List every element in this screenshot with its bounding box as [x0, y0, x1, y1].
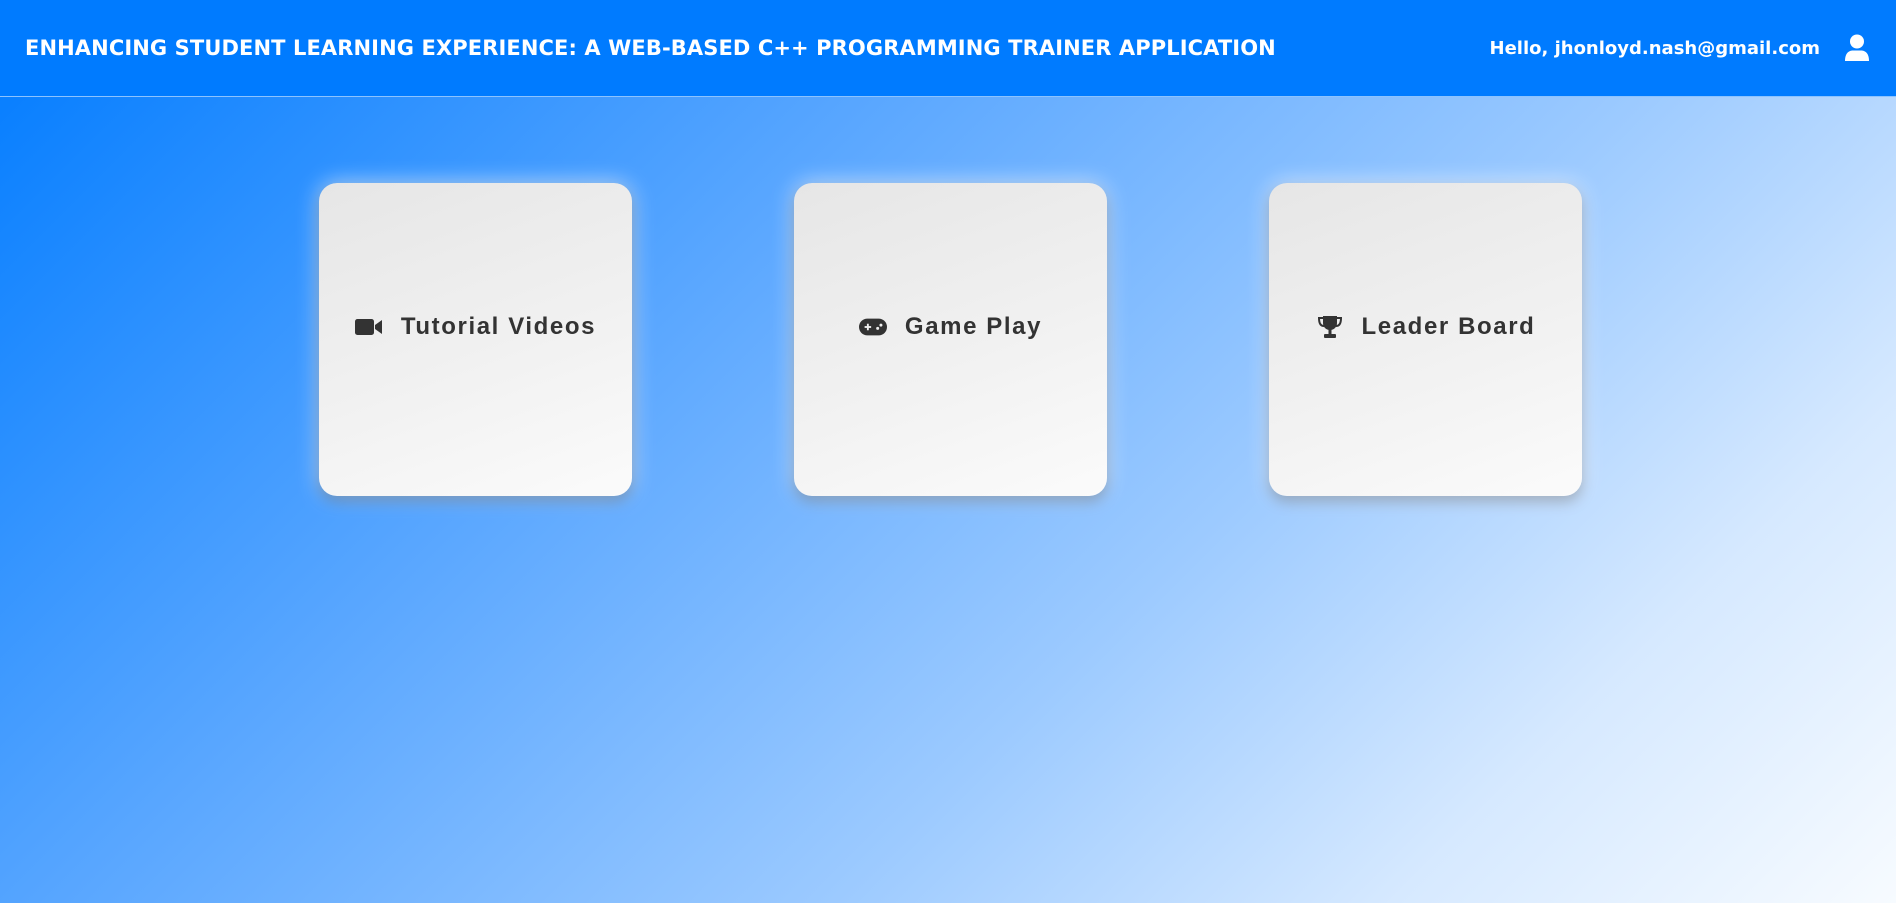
- card-content: Game Play: [858, 313, 1043, 341]
- video-camera-icon: [354, 315, 383, 339]
- trophy-icon: [1316, 315, 1344, 339]
- top-navbar: ENHANCING STUDENT LEARNING EXPERIENCE: A…: [0, 0, 1896, 97]
- menu-cards: Tutorial Videos Game Play Leader Board: [319, 183, 1582, 496]
- game-play-card[interactable]: Game Play: [794, 183, 1107, 496]
- user-area: Hello, jhonloyd.nash@gmail.com: [1490, 34, 1871, 62]
- leader-board-label: Leader Board: [1361, 313, 1536, 340]
- gamepad-icon: [858, 315, 887, 339]
- tutorial-videos-card[interactable]: Tutorial Videos: [319, 183, 632, 496]
- card-content: Leader Board: [1316, 313, 1536, 341]
- user-icon[interactable]: [1844, 34, 1870, 62]
- user-greeting: Hello, jhonloyd.nash@gmail.com: [1489, 37, 1821, 59]
- tutorial-videos-label: Tutorial Videos: [400, 313, 597, 340]
- leader-board-card[interactable]: Leader Board: [1269, 183, 1582, 496]
- card-content: Tutorial Videos: [354, 313, 597, 341]
- game-play-label: Game Play: [904, 313, 1043, 340]
- app-title: ENHANCING STUDENT LEARNING EXPERIENCE: A…: [25, 36, 1276, 60]
